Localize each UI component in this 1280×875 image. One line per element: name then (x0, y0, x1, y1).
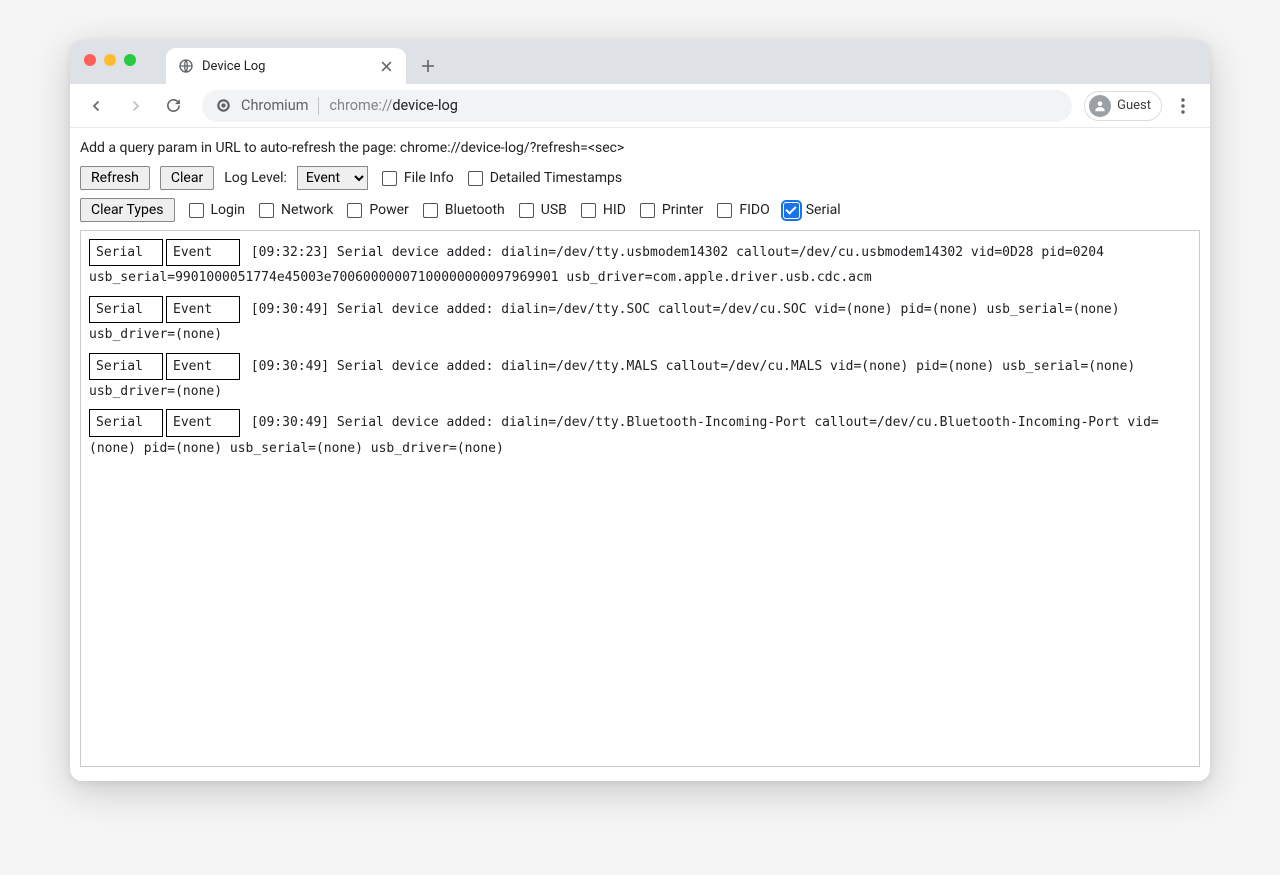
type-label-login: Login (211, 202, 246, 218)
avatar-icon (1089, 95, 1111, 117)
omnibox-app-name: Chromium (241, 97, 308, 114)
omnibox-path: device-log (392, 97, 458, 114)
type-option-printer[interactable]: Printer (636, 200, 703, 221)
log-level-tag: Event (166, 409, 240, 436)
type-option-power[interactable]: Power (343, 200, 408, 221)
clear-button[interactable]: Clear (160, 166, 214, 190)
type-checkbox-power[interactable] (347, 203, 362, 218)
page-content: Add a query param in URL to auto-refresh… (70, 128, 1210, 781)
log-level-tag: Event (166, 296, 240, 323)
type-label-serial: Serial (806, 202, 841, 218)
type-option-login[interactable]: Login (185, 200, 246, 221)
type-label-fido: FIDO (739, 202, 769, 218)
type-checkbox-fido[interactable] (717, 203, 732, 218)
type-checkbox-serial[interactable] (784, 203, 799, 218)
back-button[interactable] (80, 89, 114, 123)
browser-window: Device Log Chromium chrome://device-lo (70, 40, 1210, 781)
detailed-timestamps-label: Detailed Timestamps (490, 170, 622, 186)
log-type-tag: Serial (89, 239, 163, 266)
type-label-printer: Printer (662, 202, 703, 218)
control-row-types: Clear Types Login Network Power Bluetooth US… (80, 198, 1200, 222)
type-checkbox-bluetooth[interactable] (423, 203, 438, 218)
type-checkbox-hid[interactable] (581, 203, 596, 218)
log-level-label: Log Level: (224, 170, 287, 186)
type-option-network[interactable]: Network (255, 200, 333, 221)
type-label-hid: HID (603, 202, 626, 218)
log-level-tag: Event (166, 353, 240, 380)
file-info-option[interactable]: File Info (378, 168, 454, 189)
navigation-toolbar: Chromium chrome://device-log Guest (70, 84, 1210, 128)
type-option-usb[interactable]: USB (515, 200, 567, 221)
refresh-button[interactable]: Refresh (80, 166, 150, 190)
omnibox-separator (318, 97, 319, 115)
log-level-tag: Event (166, 239, 240, 266)
type-label-power: Power (369, 202, 408, 218)
type-label-usb: USB (541, 202, 567, 218)
browser-tab[interactable]: Device Log (166, 48, 406, 84)
type-checkbox-printer[interactable] (640, 203, 655, 218)
type-label-network: Network (281, 202, 333, 218)
auto-refresh-hint: Add a query param in URL to auto-refresh… (80, 140, 1200, 156)
log-level-select[interactable]: ErrorUserEventDebug (297, 166, 368, 190)
forward-button[interactable] (118, 89, 152, 123)
log-output: SerialEvent [09:32:23] Serial device add… (80, 230, 1200, 767)
log-entry: SerialEvent [09:30:49] Serial device add… (89, 353, 1191, 404)
maximize-window-button[interactable] (124, 54, 136, 66)
close-window-button[interactable] (84, 54, 96, 66)
type-option-hid[interactable]: HID (577, 200, 626, 221)
log-entry: SerialEvent [09:30:49] Serial device add… (89, 409, 1191, 460)
log-type-tag: Serial (89, 353, 163, 380)
detailed-timestamps-option[interactable]: Detailed Timestamps (464, 168, 622, 189)
log-type-tag: Serial (89, 409, 163, 436)
type-checkbox-login[interactable] (189, 203, 204, 218)
window-controls (84, 54, 136, 66)
file-info-label: File Info (404, 170, 454, 186)
clear-types-button[interactable]: Clear Types (80, 198, 175, 222)
globe-icon (178, 58, 194, 74)
detailed-timestamps-checkbox[interactable] (468, 171, 483, 186)
log-message: [09:32:23] Serial device added: dialin=/… (89, 245, 1104, 285)
profile-button[interactable]: Guest (1084, 91, 1162, 121)
file-info-checkbox[interactable] (382, 171, 397, 186)
log-entry: SerialEvent [09:30:49] Serial device add… (89, 296, 1191, 347)
log-type-tag: Serial (89, 296, 163, 323)
omnibox-scheme: chrome:// (329, 97, 392, 114)
type-checkbox-usb[interactable] (519, 203, 534, 218)
browser-menu-button[interactable] (1166, 89, 1200, 123)
address-bar[interactable]: Chromium chrome://device-log (202, 90, 1072, 122)
control-row-1: Refresh Clear Log Level: ErrorUserEventD… (80, 166, 1200, 190)
close-tab-button[interactable] (378, 58, 394, 74)
type-label-bluetooth: Bluetooth (445, 202, 505, 218)
tab-title: Device Log (202, 59, 370, 74)
log-entry: SerialEvent [09:32:23] Serial device add… (89, 239, 1191, 290)
type-checkbox-network[interactable] (259, 203, 274, 218)
new-tab-button[interactable] (414, 52, 442, 80)
type-option-bluetooth[interactable]: Bluetooth (419, 200, 505, 221)
omnibox-url: chrome://device-log (329, 97, 457, 114)
log-message: [09:30:49] Serial device added: dialin=/… (89, 415, 1159, 455)
profile-label: Guest (1117, 98, 1151, 113)
reload-button[interactable] (156, 89, 190, 123)
type-option-fido[interactable]: FIDO (713, 200, 769, 221)
log-message: [09:30:49] Serial device added: dialin=/… (89, 359, 1135, 399)
tab-strip: Device Log (70, 40, 1210, 84)
log-message: [09:30:49] Serial device added: dialin=/… (89, 302, 1120, 342)
type-option-serial[interactable]: Serial (780, 200, 841, 221)
minimize-window-button[interactable] (104, 54, 116, 66)
site-info-icon[interactable] (216, 98, 231, 113)
